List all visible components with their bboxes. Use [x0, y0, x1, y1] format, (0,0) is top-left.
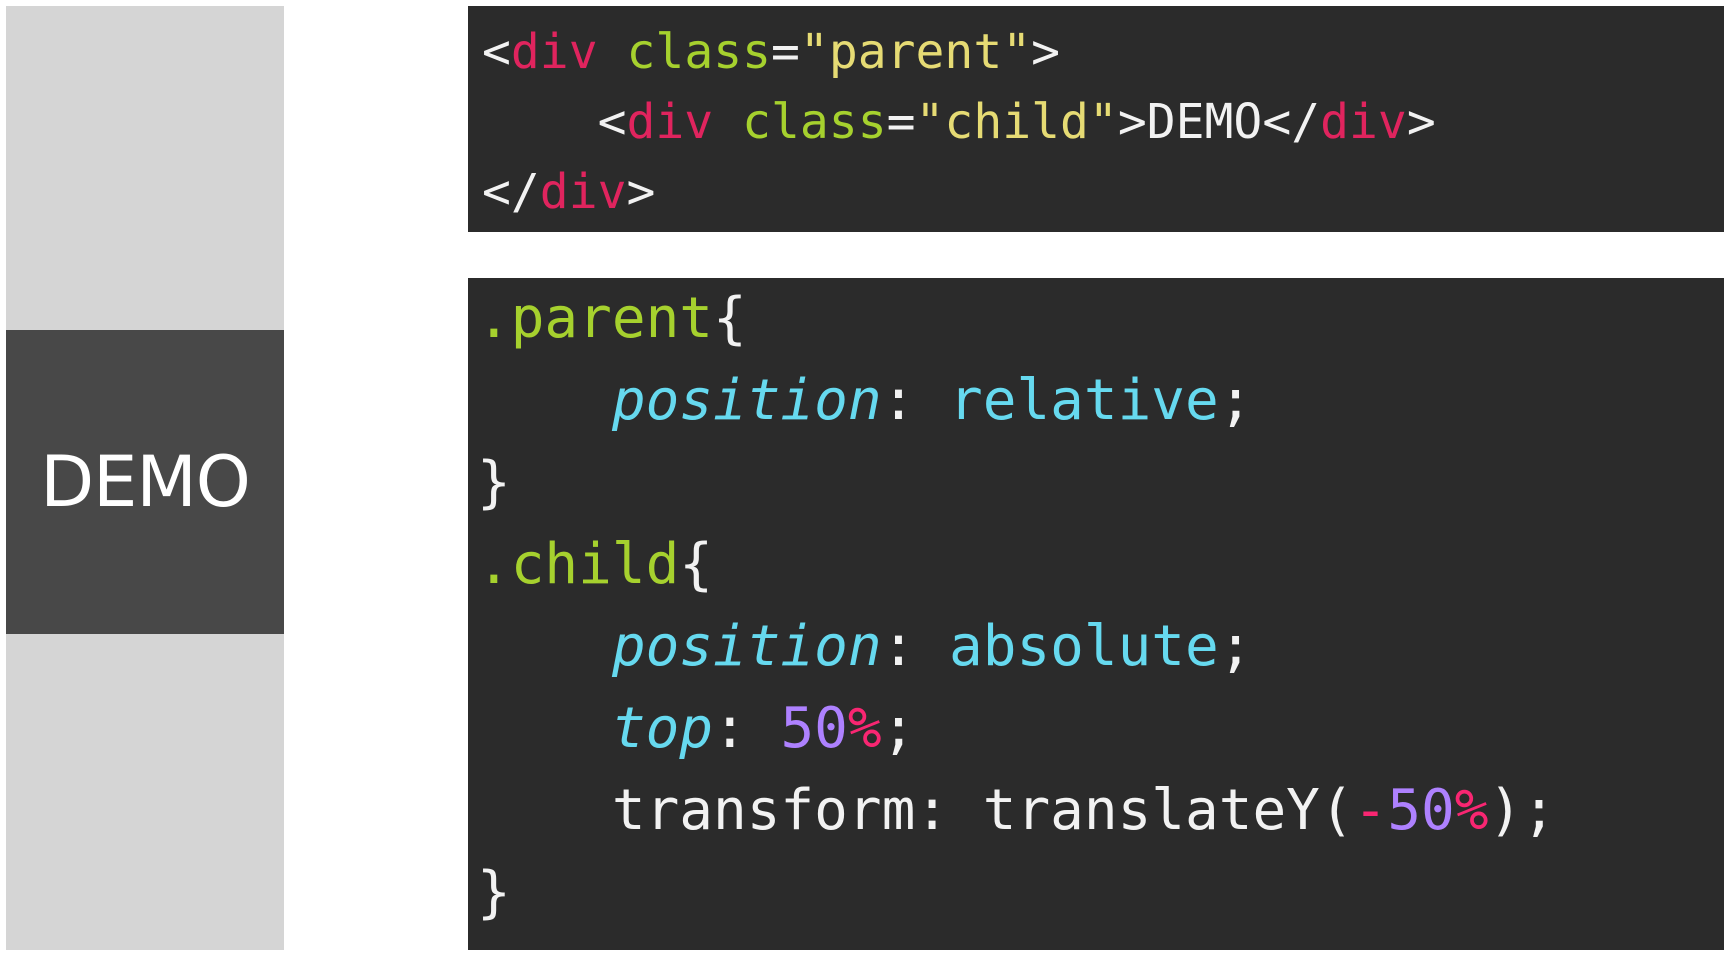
code-token: ;: [1218, 368, 1253, 433]
code-line: </div>: [482, 157, 1724, 227]
code-line: position: absolute;: [477, 606, 1724, 688]
code-token: >: [1117, 94, 1147, 150]
code-token: =: [771, 24, 800, 80]
code-token: div: [626, 94, 714, 150]
html-code-panel: <div class="parent"> <div class="child">…: [468, 6, 1724, 232]
code-line: top: 50%;: [477, 688, 1724, 770]
code-token: "child": [915, 94, 1118, 150]
code-token: class: [626, 24, 772, 80]
code-token: .child: [477, 532, 680, 597]
code-line: }: [477, 852, 1724, 934]
code-token: absolute: [949, 614, 1219, 679]
css-code-panel: .parent{ position: relative;} .child{ pos…: [468, 278, 1724, 950]
code-token: relative: [949, 368, 1219, 433]
code-token: =: [886, 94, 916, 150]
code-line: }: [477, 442, 1724, 524]
code-token: .parent: [477, 286, 714, 351]
code-token: transform: translateY(: [477, 778, 1354, 843]
css-code-lines: .parent{ position: relative;} .child{ pos…: [477, 278, 1724, 934]
code-token: <: [482, 24, 511, 80]
code-token: top: [611, 696, 714, 761]
code-line: .child{: [477, 524, 1724, 606]
demo-parent-box: DEMO: [6, 6, 284, 950]
code-token: :: [881, 614, 950, 679]
code-token: >: [1406, 94, 1436, 150]
code-token: :: [713, 696, 781, 761]
code-token: position: [611, 368, 882, 433]
code-line: .parent{: [477, 278, 1724, 360]
code-token: );: [1488, 778, 1556, 843]
code-token: %: [1454, 778, 1489, 843]
code-token: :: [881, 368, 950, 433]
code-token: ;: [1218, 614, 1253, 679]
code-token: position: [611, 614, 882, 679]
code-token: </: [482, 164, 540, 220]
code-token: div: [539, 164, 627, 220]
demo-label: DEMO: [40, 441, 251, 523]
code-token: -: [1353, 778, 1388, 843]
html-code-lines: <div class="parent"> <div class="child">…: [482, 6, 1724, 227]
code-token: div: [510, 24, 598, 80]
code-token: class: [742, 94, 887, 150]
code-token: <: [482, 94, 627, 150]
code-token: </: [1262, 94, 1321, 150]
code-token: {: [713, 286, 747, 351]
code-token: "parent": [799, 24, 1032, 80]
code-line: <div class="parent">: [482, 17, 1724, 87]
code-token: div: [1320, 94, 1407, 150]
code-line: position: relative;: [477, 360, 1724, 442]
code-token: }: [477, 450, 511, 515]
demo-child-box: DEMO: [6, 330, 284, 634]
code-token: 50: [780, 696, 848, 761]
code-token: DEMO: [1146, 94, 1263, 150]
code-token: >: [1031, 24, 1061, 80]
code-token: >: [626, 164, 656, 220]
code-token: 50: [1387, 778, 1455, 843]
code-token: }: [477, 860, 511, 925]
code-token: %: [847, 696, 882, 761]
code-line: <div class="child">DEMO</div>: [482, 87, 1724, 157]
code-token: {: [679, 532, 714, 597]
code-token: ;: [881, 696, 916, 761]
code-line: transform: translateY(-50%);: [477, 770, 1724, 852]
